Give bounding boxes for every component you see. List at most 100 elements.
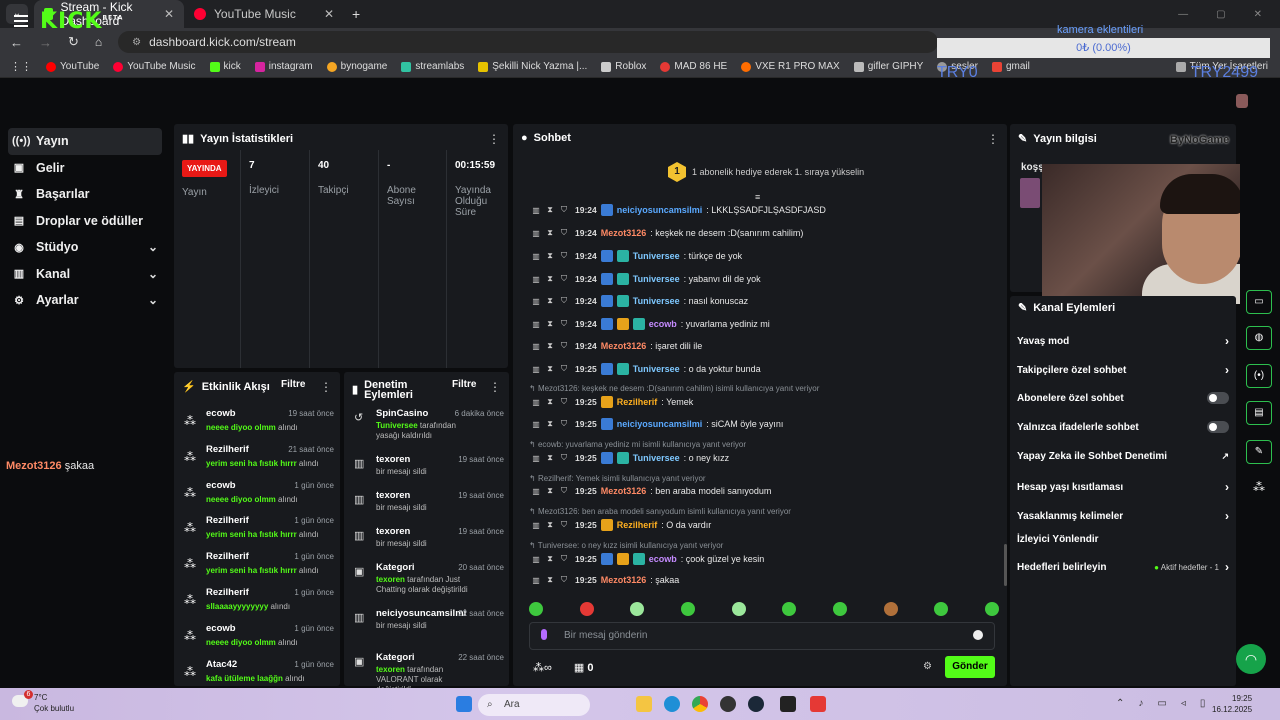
send-button[interactable]: Gönder xyxy=(945,656,995,678)
delete-message-icon[interactable]: ▥ xyxy=(531,576,541,585)
delete-message-icon[interactable]: ▥ xyxy=(531,297,541,306)
rail-button-print[interactable]: ▤ xyxy=(1246,401,1272,425)
rail-button-broadcast[interactable]: (•) xyxy=(1246,364,1272,388)
back-icon[interactable]: ← xyxy=(10,35,23,50)
delete-message-icon[interactable]: ▥ xyxy=(531,398,541,407)
setting-row[interactable]: Yalnızca ifadelerle sohbet xyxy=(1017,421,1229,433)
delete-message-icon[interactable]: ▥ xyxy=(531,365,541,374)
chrome-icon[interactable] xyxy=(692,696,708,712)
tab-youtube-music[interactable]: YouTube Music ✕ xyxy=(184,0,344,28)
epic-games-icon[interactable] xyxy=(780,696,796,712)
delete-message-icon[interactable]: ▥ xyxy=(531,487,541,496)
message-user[interactable]: ecowb xyxy=(649,319,677,329)
message-user[interactable]: Tuniversee xyxy=(633,364,680,374)
moderation-item[interactable]: ▥ texoren 19 saat önce bir mesajı sildi xyxy=(350,490,504,530)
close-tab-icon[interactable]: ✕ xyxy=(324,7,334,21)
timeout-icon[interactable]: ⧗ xyxy=(545,205,555,215)
message-user[interactable]: Mezot3126 xyxy=(601,228,647,238)
chat-message[interactable]: ▥ ⧗ ⛉ 19:24 ecowb: yuvarlama yediniz mi xyxy=(531,316,770,332)
ban-icon[interactable]: ⛉ xyxy=(559,554,569,564)
taskbar-search[interactable]: ⌕ Ara xyxy=(478,694,590,716)
moderation-item[interactable]: ↺ SpinCasino 6 dakika önce Tuniversee taraf… xyxy=(350,408,504,448)
message-user[interactable]: Tuniversee xyxy=(633,453,680,463)
emote-icon[interactable] xyxy=(579,602,594,616)
delete-message-icon[interactable]: ▥ xyxy=(531,206,541,215)
close-window-icon[interactable]: ✕ xyxy=(1254,9,1262,20)
chat-message[interactable]: ▥ ⧗ ⛉ 19:24 Mezot3126: işaret dili ile xyxy=(531,338,702,354)
delete-message-icon[interactable]: ▥ xyxy=(531,521,541,530)
setting-row[interactable]: Abonelere özel sohbet xyxy=(1017,392,1229,404)
moderation-item[interactable]: ▣ Kategori 20 saat önce texoren tarafından … xyxy=(350,562,504,602)
emote-icon[interactable] xyxy=(630,602,645,616)
chat-message[interactable]: ▥ ⧗ ⛉ 19:25 Tuniversee: o da yoktur bunda xyxy=(531,361,761,377)
chat-message[interactable]: ▥ ⧗ ⛉ 19:25 Tuniversee: o ney kızz xyxy=(531,450,729,466)
chat-message[interactable]: ▥ ⧗ ⛉ 19:25 neiciyosuncamsilmi: siCAM öyle y… xyxy=(531,416,783,432)
timeout-icon[interactable]: ⧗ xyxy=(545,554,555,564)
minimize-icon[interactable]: — xyxy=(1178,9,1188,20)
timeout-icon[interactable]: ⧗ xyxy=(545,486,555,496)
timeout-icon[interactable]: ⧗ xyxy=(545,296,555,306)
setting-row[interactable]: Yavaş mod › xyxy=(1017,334,1229,348)
delete-message-icon[interactable]: ▥ xyxy=(531,555,541,564)
community-icon[interactable]: ⁂∞ xyxy=(533,661,552,674)
chat-message[interactable]: ▥ ⧗ ⛉ 19:24 neiciyosuncamsilmi: LKKLŞSADFJLŞ… xyxy=(531,202,826,218)
message-user[interactable]: Tuniversee xyxy=(633,296,680,306)
emoji-icon[interactable] xyxy=(973,630,983,640)
bookmark-vxe[interactable]: VXE R1 PRO MAX xyxy=(741,61,840,72)
message-user[interactable]: neiciyosuncamsilmi xyxy=(617,205,703,215)
moderation-item[interactable]: ▥ neiciyosuncamsilmi 22 saat önce bir mesaj… xyxy=(350,608,504,648)
more-options-icon[interactable]: ⋮ xyxy=(320,380,332,394)
rail-button-tools[interactable]: ✎ xyxy=(1246,440,1272,464)
chat-message[interactable]: ▥ ⧗ ⛉ 19:25 Mezot3126: ben araba modeli sanı… xyxy=(531,483,771,499)
windows-start-icon[interactable] xyxy=(456,696,472,712)
timeout-icon[interactable]: ⧗ xyxy=(545,319,555,329)
home-icon[interactable]: ⌂ xyxy=(95,35,102,49)
chat-message[interactable]: ▥ ⧗ ⛉ 19:24 Mezot3126: keşkek ne desem :D(sa… xyxy=(531,225,803,241)
delete-message-icon[interactable]: ▥ xyxy=(531,454,541,463)
taskbar-clock[interactable]: 19:25 16.12.2025 xyxy=(1212,693,1252,715)
message-user[interactable]: Rezilherif xyxy=(617,520,658,530)
chat-reply-context[interactable]: ↰ Rezilherif: Yemek isimli kullanıcıya y… xyxy=(529,474,706,483)
moderation-item[interactable]: ▥ texoren 19 saat önce bir mesajı sildi xyxy=(350,454,504,494)
community-icon[interactable]: ⁂ xyxy=(1253,480,1265,494)
setting-row[interactable]: Yapay Zeka ile Sohbet Denetimi ↗ xyxy=(1017,451,1229,462)
activity-item[interactable]: ⁂ Rezilherif 1 gün önce sllaaaayyyyyyyy alı… xyxy=(182,587,334,619)
more-options-icon[interactable]: ⋮ xyxy=(488,132,500,146)
message-user[interactable]: Tuniversee xyxy=(633,274,680,284)
ban-icon[interactable]: ⛉ xyxy=(559,453,569,463)
chevron-up-icon[interactable]: ⌃ xyxy=(1116,698,1124,709)
kick-logo[interactable]: KICKBETA xyxy=(40,9,123,34)
bookmark-bynogame[interactable]: bynogame xyxy=(326,61,387,72)
reload-icon[interactable]: ↻ xyxy=(68,34,79,50)
maximize-icon[interactable]: ▢ xyxy=(1216,9,1225,20)
message-user[interactable]: neiciyosuncamsilmi xyxy=(617,419,703,429)
chat-message[interactable]: ▥ ⧗ ⛉ 19:25 Mezot3126: şakaa xyxy=(531,572,679,588)
forward-icon[interactable]: → xyxy=(39,35,52,50)
menu-icon[interactable] xyxy=(14,15,28,30)
sidebar-item-basarilar[interactable]: ♜ Başarılar xyxy=(0,181,170,208)
mic-tray-icon[interactable]: ♪ xyxy=(1138,698,1143,709)
emote-icon[interactable] xyxy=(731,602,746,616)
activity-item[interactable]: ⁂ ecowb 19 saat önce neeee diyoo olmm alınd… xyxy=(182,408,334,440)
timeout-icon[interactable]: ⧗ xyxy=(545,520,555,530)
message-user[interactable]: Mezot3126 xyxy=(601,486,647,496)
setting-row[interactable]: İzleyici Yönlendir xyxy=(1017,534,1229,545)
timeout-icon[interactable]: ⧗ xyxy=(545,397,555,407)
obs-icon[interactable] xyxy=(720,696,736,712)
rail-button-chat[interactable]: ◍ xyxy=(1246,326,1272,350)
toggle-switch[interactable] xyxy=(1207,421,1229,433)
setting-row[interactable]: Hedefleri belirleyin ● Aktif hedefler - 1… xyxy=(1017,560,1229,574)
setting-row[interactable]: Hesap yaşı kısıtlaması › xyxy=(1017,480,1229,494)
chat-message[interactable]: ▥ ⧗ ⛉ 19:25 Rezilherif: O da vardır xyxy=(531,517,711,533)
timeout-icon[interactable]: ⧗ xyxy=(545,419,555,429)
ban-icon[interactable]: ⛉ xyxy=(559,419,569,429)
sidebar-item-yayin[interactable]: ((•)) Yayın xyxy=(8,128,162,155)
delete-message-icon[interactable]: ▥ xyxy=(531,229,541,238)
setting-row[interactable]: Takipçilere özel sohbet › xyxy=(1017,363,1229,377)
timeout-icon[interactable]: ⧗ xyxy=(545,251,555,261)
activity-item[interactable]: ⁂ Rezilherif 21 saat önce yerim seni ha fıs… xyxy=(182,444,334,476)
ban-icon[interactable]: ⛉ xyxy=(559,274,569,284)
bookmark-giphy[interactable]: gifler GIPHY xyxy=(853,61,923,72)
emote-icon[interactable] xyxy=(883,602,898,616)
sidebar-item-kanal[interactable]: ▥ Kanal ⌄ xyxy=(0,261,170,288)
